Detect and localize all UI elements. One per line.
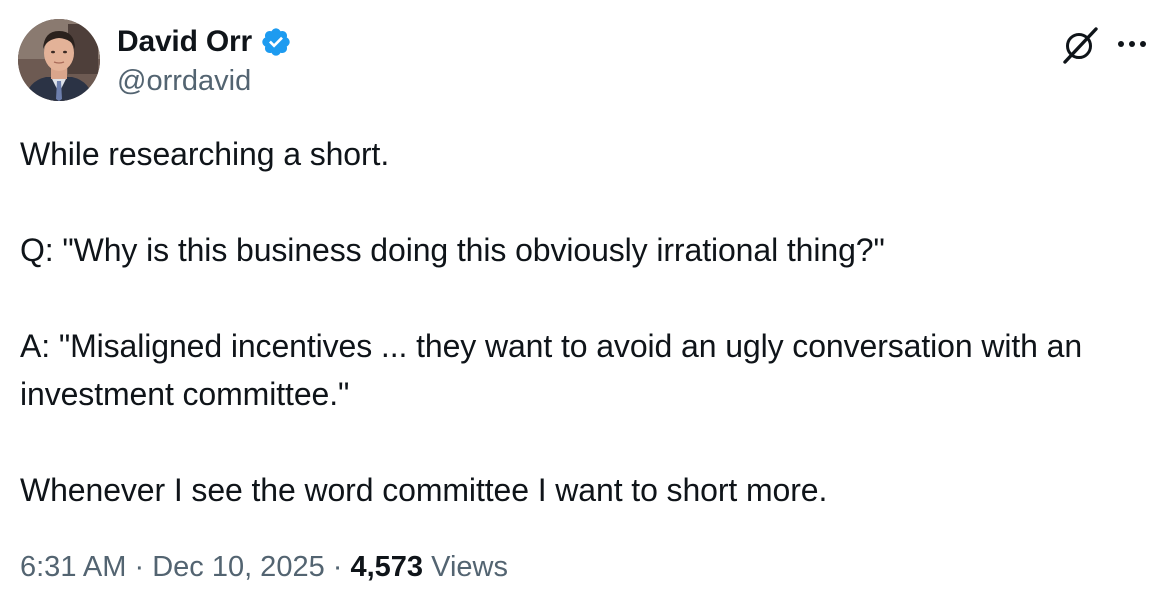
views-count[interactable]: 4,573 [350, 551, 423, 583]
meta-separator: · [324, 551, 351, 583]
tweet-paragraph: While researching a short. [20, 136, 390, 172]
author-name[interactable]: David Orr [117, 22, 252, 62]
more-options-icon[interactable] [1116, 37, 1148, 49]
grok-icon[interactable] [1059, 25, 1101, 65]
tweet-paragraph: Whenever I see the word committee I want… [20, 472, 828, 508]
verified-badge-icon[interactable] [260, 26, 292, 58]
author-name-row: David Orr [117, 22, 292, 62]
tweet-meta: 6:31 AM · Dec 10, 2025 · 4,573 Views [20, 546, 508, 588]
meta-separator: · [126, 551, 153, 583]
views-label[interactable]: Views [431, 551, 508, 583]
tweet-paragraph: Q: "Why is this business doing this obvi… [20, 232, 885, 268]
tweet-paragraph: A: "Misaligned incentives ... they want … [20, 328, 1091, 412]
tweet-time[interactable]: 6:31 AM [20, 551, 126, 583]
avatar-image [18, 19, 100, 101]
tweet-date[interactable]: Dec 10, 2025 [152, 551, 325, 583]
author-handle[interactable]: @orrdavid [117, 62, 251, 100]
tweet-text: While researching a short. Q: "Why is th… [20, 130, 1160, 514]
tweet-card: David Orr @orrdavid While researching a … [0, 0, 1174, 608]
avatar[interactable] [18, 19, 100, 101]
